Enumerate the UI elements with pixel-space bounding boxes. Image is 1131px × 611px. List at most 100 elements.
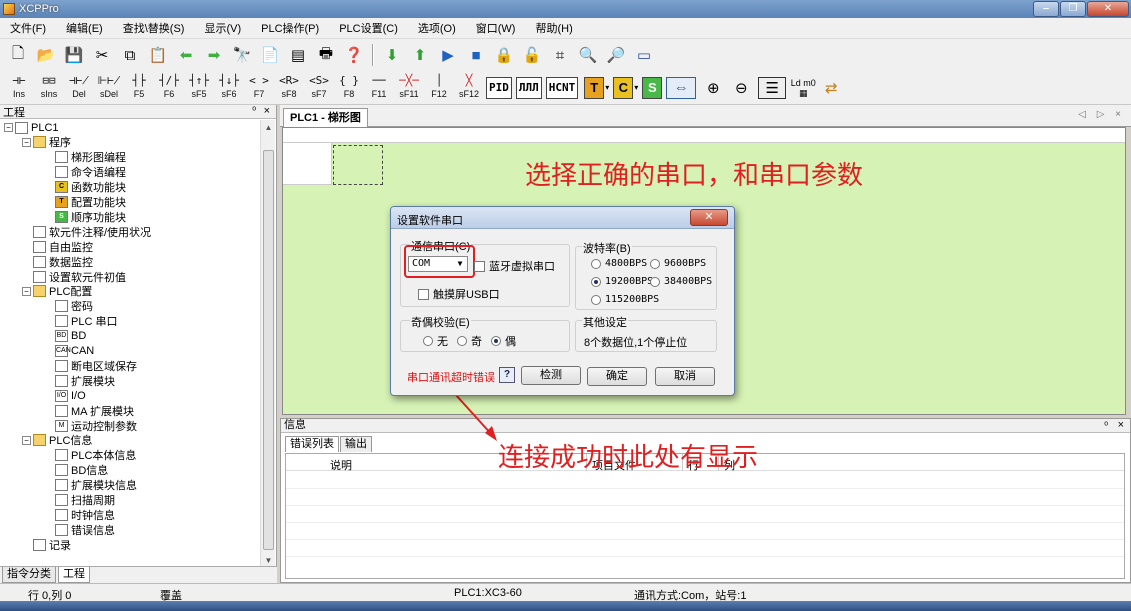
print-icon[interactable]: 🖶 <box>315 44 337 66</box>
sequence-button[interactable]: S <box>642 76 663 99</box>
insert-button[interactable]: ⊣⊢ Ins <box>5 73 34 103</box>
help-query-icon[interactable]: ❓ <box>343 44 365 66</box>
tree-item[interactable]: − PLC1 <box>4 120 59 135</box>
instruction-button[interactable]: { } F8 <box>335 73 364 103</box>
rising-edge-button[interactable]: ┤↑├ sF5 <box>185 73 214 103</box>
tree-item[interactable]: 梯形图编程 <box>44 150 126 165</box>
counter-button[interactable]: C <box>613 76 634 99</box>
tree-item[interactable]: − 程序 <box>22 135 71 150</box>
tab-navigation[interactable]: ◁ ▷ × <box>1078 109 1125 120</box>
copy-icon[interactable]: ⧉ <box>119 44 141 66</box>
tree-item[interactable]: PLC本体信息 <box>44 448 136 463</box>
expander-icon[interactable]: − <box>22 435 31 445</box>
baud-4800-radio[interactable]: 4800BPS <box>591 258 647 269</box>
expander-icon[interactable]: − <box>22 286 31 296</box>
expander-icon[interactable]: − <box>4 123 13 132</box>
back-arrow-icon[interactable]: ⬅ <box>175 44 197 66</box>
info-close-icon[interactable]: × <box>1118 419 1124 432</box>
ld-m0-icon[interactable]: Ld m0 ▦ <box>789 78 817 98</box>
vline-button[interactable]: │ F12 <box>425 73 454 103</box>
tab-output[interactable]: 输出 <box>340 436 372 452</box>
zoom-out-icon[interactable]: ⊖ <box>730 77 752 99</box>
tab-error-list[interactable]: 错误列表 <box>285 436 339 452</box>
document-icon[interactable]: 📄 <box>259 44 281 66</box>
tree-item[interactable]: BD BD <box>44 329 86 344</box>
lock-icon[interactable]: 🔒 <box>493 44 515 66</box>
tree-item[interactable]: 命令语编程 <box>44 165 126 180</box>
scroll-up-icon[interactable]: ▲ <box>261 120 276 135</box>
monitor-icon[interactable]: 🔍 <box>577 44 599 66</box>
tree-item[interactable]: I/O I/O <box>44 388 86 403</box>
hcnt-button[interactable]: HCNT <box>545 76 579 99</box>
bluetooth-checkbox-box[interactable] <box>474 260 485 272</box>
contact-no-button[interactable]: ┤├ F5 <box>125 73 154 103</box>
table-icon[interactable]: ▤ <box>287 44 309 66</box>
contact-nc-button[interactable]: ┤/├ F6 <box>155 73 184 103</box>
menu-help[interactable]: 帮助(H) <box>525 20 582 36</box>
hline-button[interactable]: ── F11 <box>365 73 394 103</box>
baud-38400-radio[interactable]: 38400BPS <box>650 276 712 287</box>
s-delete-button[interactable]: ⊩⊬ sDel <box>95 73 124 103</box>
open-folder-icon[interactable]: 📂 <box>35 44 57 66</box>
pulse-button[interactable]: ЛЛЛ <box>515 76 542 99</box>
bluetooth-checkbox[interactable]: 蓝牙虚拟串口 <box>474 258 555 274</box>
minimize-button[interactable]: ‒ <box>1033 1 1059 17</box>
tab-ladder-diagram[interactable]: PLC1 - 梯形图 <box>283 108 368 127</box>
tree-item[interactable]: 数据监控 <box>22 254 93 269</box>
link-icon[interactable]: ▭ <box>633 44 655 66</box>
coil-button[interactable]: < > F7 <box>245 73 274 103</box>
ladder-cursor[interactable] <box>333 145 383 185</box>
menu-options[interactable]: 选项(O) <box>408 20 466 36</box>
paste-icon[interactable]: 📋 <box>147 44 169 66</box>
tree-item[interactable]: 设置软元件初值 <box>22 269 126 284</box>
tree-item[interactable]: 扩展模块 <box>44 373 115 388</box>
expander-icon[interactable]: − <box>22 137 31 147</box>
menu-file[interactable]: 文件(F) <box>0 20 56 36</box>
new-file-icon[interactable]: 🗋 <box>7 44 29 66</box>
maximize-button[interactable]: ❐ <box>1060 1 1086 17</box>
tree-item[interactable]: T 配置功能块 <box>44 195 126 210</box>
falling-edge-button[interactable]: ┤↓├ sF6 <box>215 73 244 103</box>
panel-close-icon[interactable]: × <box>264 105 270 117</box>
cancel-button[interactable]: 取消 <box>655 367 715 386</box>
upload-icon[interactable]: ⬆ <box>409 44 431 66</box>
detect-button[interactable]: 检测 <box>521 366 581 385</box>
menu-window[interactable]: 窗口(W) <box>466 20 526 36</box>
convert-icon[interactable]: ⇄ <box>820 77 842 99</box>
tree-item[interactable]: PLC 串口 <box>44 314 117 329</box>
tree-item[interactable]: C 函数功能块 <box>44 180 126 195</box>
tree-item[interactable]: S 顺序功能块 <box>44 209 126 224</box>
menu-edit[interactable]: 编辑(E) <box>56 20 113 36</box>
tree-item[interactable]: − PLC信息 <box>22 433 92 448</box>
stop-icon[interactable]: ■ <box>465 44 487 66</box>
tree-item[interactable]: 错误信息 <box>44 522 115 537</box>
tree-item[interactable]: CAN CAN <box>44 344 94 359</box>
delete-vline-button[interactable]: ╳ sF12 <box>455 73 484 103</box>
tab-project[interactable]: 工程 <box>58 567 90 583</box>
menu-view[interactable]: 显示(V) <box>194 20 251 36</box>
scroll-thumb[interactable] <box>263 150 274 550</box>
info-pin-icon[interactable]: ᵒ <box>1104 419 1108 432</box>
baud-115200-radio[interactable]: 115200BPS <box>591 294 659 305</box>
delete-hline-button[interactable]: ─╳─ sF11 <box>395 73 424 103</box>
pin-icon[interactable]: ᵒ <box>252 105 256 116</box>
touch-usb-checkbox[interactable]: 触摸屏USB口 <box>418 286 500 302</box>
binoculars-icon[interactable]: 🔭 <box>231 44 253 66</box>
baud-9600-radio[interactable]: 9600BPS <box>650 258 706 269</box>
touch-usb-checkbox-box[interactable] <box>418 288 429 300</box>
tree-item[interactable]: MA 扩展模块 <box>44 403 134 418</box>
s-insert-button[interactable]: ⊟⊟ sIns <box>35 73 64 103</box>
ok-button[interactable]: 确定 <box>587 367 647 386</box>
pid-button[interactable]: PID <box>486 76 512 99</box>
baud-19200-radio[interactable]: 19200BPS <box>591 276 653 287</box>
tree-item[interactable]: 断电区域保存 <box>44 358 137 373</box>
tree-item[interactable]: 时钟信息 <box>44 507 115 522</box>
tree-item[interactable]: − PLC配置 <box>22 284 92 299</box>
menu-find-replace[interactable]: 查找\替换(S) <box>113 20 195 36</box>
timer-button[interactable]: T <box>584 76 605 99</box>
tree-item[interactable]: BD信息 <box>44 463 108 478</box>
set-coil-button[interactable]: <S> sF7 <box>305 73 334 103</box>
tree-item[interactable]: M 运动控制参数 <box>44 418 137 433</box>
menu-plc-operation[interactable]: PLC操作(P) <box>251 20 329 36</box>
help-button[interactable]: ? <box>499 367 515 383</box>
